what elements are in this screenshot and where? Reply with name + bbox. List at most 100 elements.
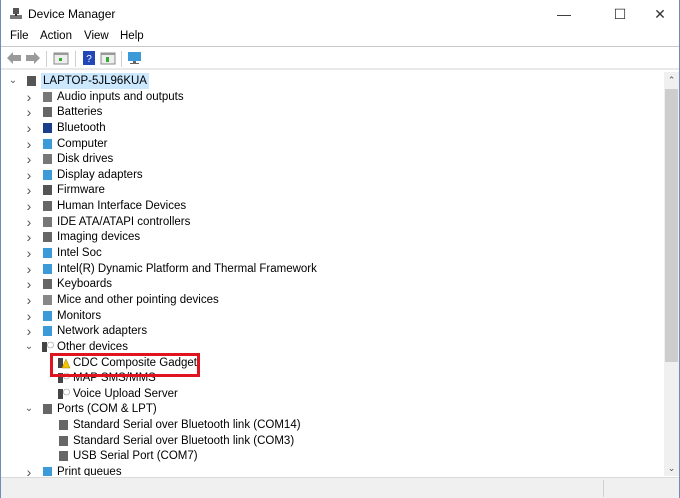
chevron-right-icon[interactable]: › [24, 308, 34, 324]
tree-item-label: Monitors [57, 309, 102, 322]
highlight-box [50, 353, 200, 377]
properties-icon[interactable] [53, 51, 69, 65]
tree-item[interactable]: › Network adapters [1, 323, 661, 339]
chevron-down-icon[interactable]: ⌄ [24, 339, 34, 355]
tree-item-label: Network adapters [57, 325, 148, 338]
menu-help[interactable]: Help [120, 30, 144, 42]
tree-item[interactable]: › Imaging devices [1, 229, 661, 245]
bluetooth-icon [43, 122, 52, 133]
chevron-right-icon[interactable]: › [24, 464, 34, 476]
tree-item[interactable]: › Keyboards [1, 276, 661, 292]
status-divider [603, 480, 604, 497]
chevron-right-icon[interactable]: › [24, 245, 34, 261]
back-icon[interactable] [6, 51, 22, 65]
tree-item-label: Keyboards [57, 278, 112, 291]
tree-item[interactable]: › Display adapters [1, 167, 661, 183]
chevron-right-icon[interactable]: › [24, 198, 34, 214]
tree-item[interactable]: Voice Upload Server [1, 386, 661, 402]
tree-item[interactable]: › Intel(R) Dynamic Platform and Thermal F… [1, 261, 661, 277]
tree-item[interactable]: › Print queues [1, 464, 661, 476]
chevron-right-icon[interactable]: › [24, 292, 34, 308]
minimize-button[interactable]: — [541, 0, 587, 28]
tree-item-label: LAPTOP-5JL96KUA [41, 73, 149, 89]
toolbar-separator [75, 51, 76, 67]
device-manager-window: Device Manager — ☐ ✕ File Action View He… [0, 0, 680, 498]
scroll-down-arrow[interactable]: ⌄ [664, 460, 679, 476]
speaker-icon [43, 91, 52, 102]
printer-icon [43, 467, 52, 476]
svg-text:?: ? [86, 54, 92, 65]
tree-item[interactable]: Standard Serial over Bluetooth link (COM… [1, 417, 661, 433]
computer-icon [27, 76, 36, 86]
tree-item-label: USB Serial Port (COM7) [73, 450, 198, 463]
tree-item[interactable]: › Audio inputs and outputs [1, 89, 661, 105]
display-adapter-icon [43, 169, 52, 180]
tree-item-label: Audio inputs and outputs [57, 90, 184, 103]
forward-icon[interactable] [25, 51, 41, 65]
tree-item[interactable]: ⌄ Ports (COM & LPT) [1, 401, 661, 417]
vertical-scrollbar[interactable]: ⌃ ⌄ [664, 72, 679, 476]
tree-item-label: Print queues [57, 466, 122, 476]
tree-item[interactable]: Standard Serial over Bluetooth link (COM… [1, 433, 661, 449]
chevron-down-icon[interactable]: ⌄ [24, 401, 34, 417]
tree-item[interactable]: › Mice and other pointing devices [1, 292, 661, 308]
tree-item[interactable]: › Monitors [1, 308, 661, 324]
monitor-icon [43, 138, 52, 149]
chevron-right-icon[interactable]: › [24, 120, 34, 136]
tree-item[interactable]: › Bluetooth [1, 120, 661, 136]
menu-view[interactable]: View [84, 30, 109, 42]
mouse-icon [43, 294, 52, 305]
chevron-right-icon[interactable]: › [24, 136, 34, 152]
tree-item-label: Display adapters [57, 168, 143, 181]
tree-item[interactable]: USB Serial Port (COM7) [1, 448, 661, 464]
window-title: Device Manager [28, 7, 116, 21]
menu-file[interactable]: File [10, 30, 29, 42]
chevron-right-icon[interactable]: › [24, 151, 34, 167]
tree-item[interactable]: › Disk drives [1, 151, 661, 167]
unknown-device-icon [58, 388, 70, 399]
scan-hardware-icon[interactable] [127, 51, 143, 65]
maximize-icon: ☐ [613, 6, 627, 22]
help-icon[interactable]: ? [81, 51, 97, 65]
monitor-icon [43, 263, 52, 274]
scroll-up-arrow[interactable]: ⌃ [664, 72, 679, 88]
title-bar: Device Manager — ☐ ✕ [1, 0, 679, 28]
chevron-right-icon[interactable]: › [24, 89, 34, 105]
port-icon [43, 404, 52, 415]
tree-item-label: Mice and other pointing devices [57, 293, 219, 306]
tree-item[interactable]: › Batteries [1, 104, 661, 120]
chevron-right-icon[interactable]: › [24, 167, 34, 183]
chevron-right-icon[interactable]: › [24, 261, 34, 277]
tree-item[interactable]: › Firmware [1, 182, 661, 198]
keyboard-icon [43, 279, 52, 290]
menu-action[interactable]: Action [40, 30, 72, 42]
tree-item[interactable]: › IDE ATA/ATAPI controllers [1, 214, 661, 230]
chevron-right-icon[interactable]: › [24, 323, 34, 339]
tree-item[interactable]: › Intel Soc [1, 245, 661, 261]
chevron-right-icon[interactable]: › [24, 214, 34, 230]
port-icon [59, 451, 68, 462]
chevron-right-icon[interactable]: › [24, 104, 34, 120]
chevron-right-icon[interactable]: › [24, 182, 34, 198]
tree-item-label: Standard Serial over Bluetooth link (COM… [73, 419, 301, 432]
tree-item[interactable]: › Computer [1, 136, 661, 152]
close-icon: ✕ [654, 6, 666, 22]
toolbar: ? [1, 46, 679, 70]
monitor-icon [43, 310, 52, 321]
close-button[interactable]: ✕ [637, 0, 680, 28]
tree-item-label: Intel(R) Dynamic Platform and Thermal Fr… [57, 262, 317, 275]
chevron-right-icon[interactable]: › [24, 229, 34, 245]
scrollbar-thumb[interactable] [665, 89, 678, 362]
device-tree[interactable]: ⌄ LAPTOP-5JL96KUA › Audio inputs and output… [1, 72, 663, 476]
chevron-down-icon[interactable]: ⌄ [8, 73, 18, 89]
update-driver-icon[interactable] [100, 51, 116, 65]
tree-item-label: Ports (COM & LPT) [57, 403, 157, 416]
tree-item[interactable]: › Human Interface Devices [1, 198, 661, 214]
port-icon [59, 420, 68, 431]
tree-item-label: Batteries [57, 106, 103, 119]
tree-item-label: Standard Serial over Bluetooth link (COM… [73, 434, 295, 447]
minimize-icon: — [557, 6, 571, 22]
chevron-right-icon[interactable]: › [24, 276, 34, 292]
tree-item-label: Disk drives [57, 153, 114, 166]
tree-item[interactable]: ⌄ LAPTOP-5JL96KUA [1, 73, 661, 89]
